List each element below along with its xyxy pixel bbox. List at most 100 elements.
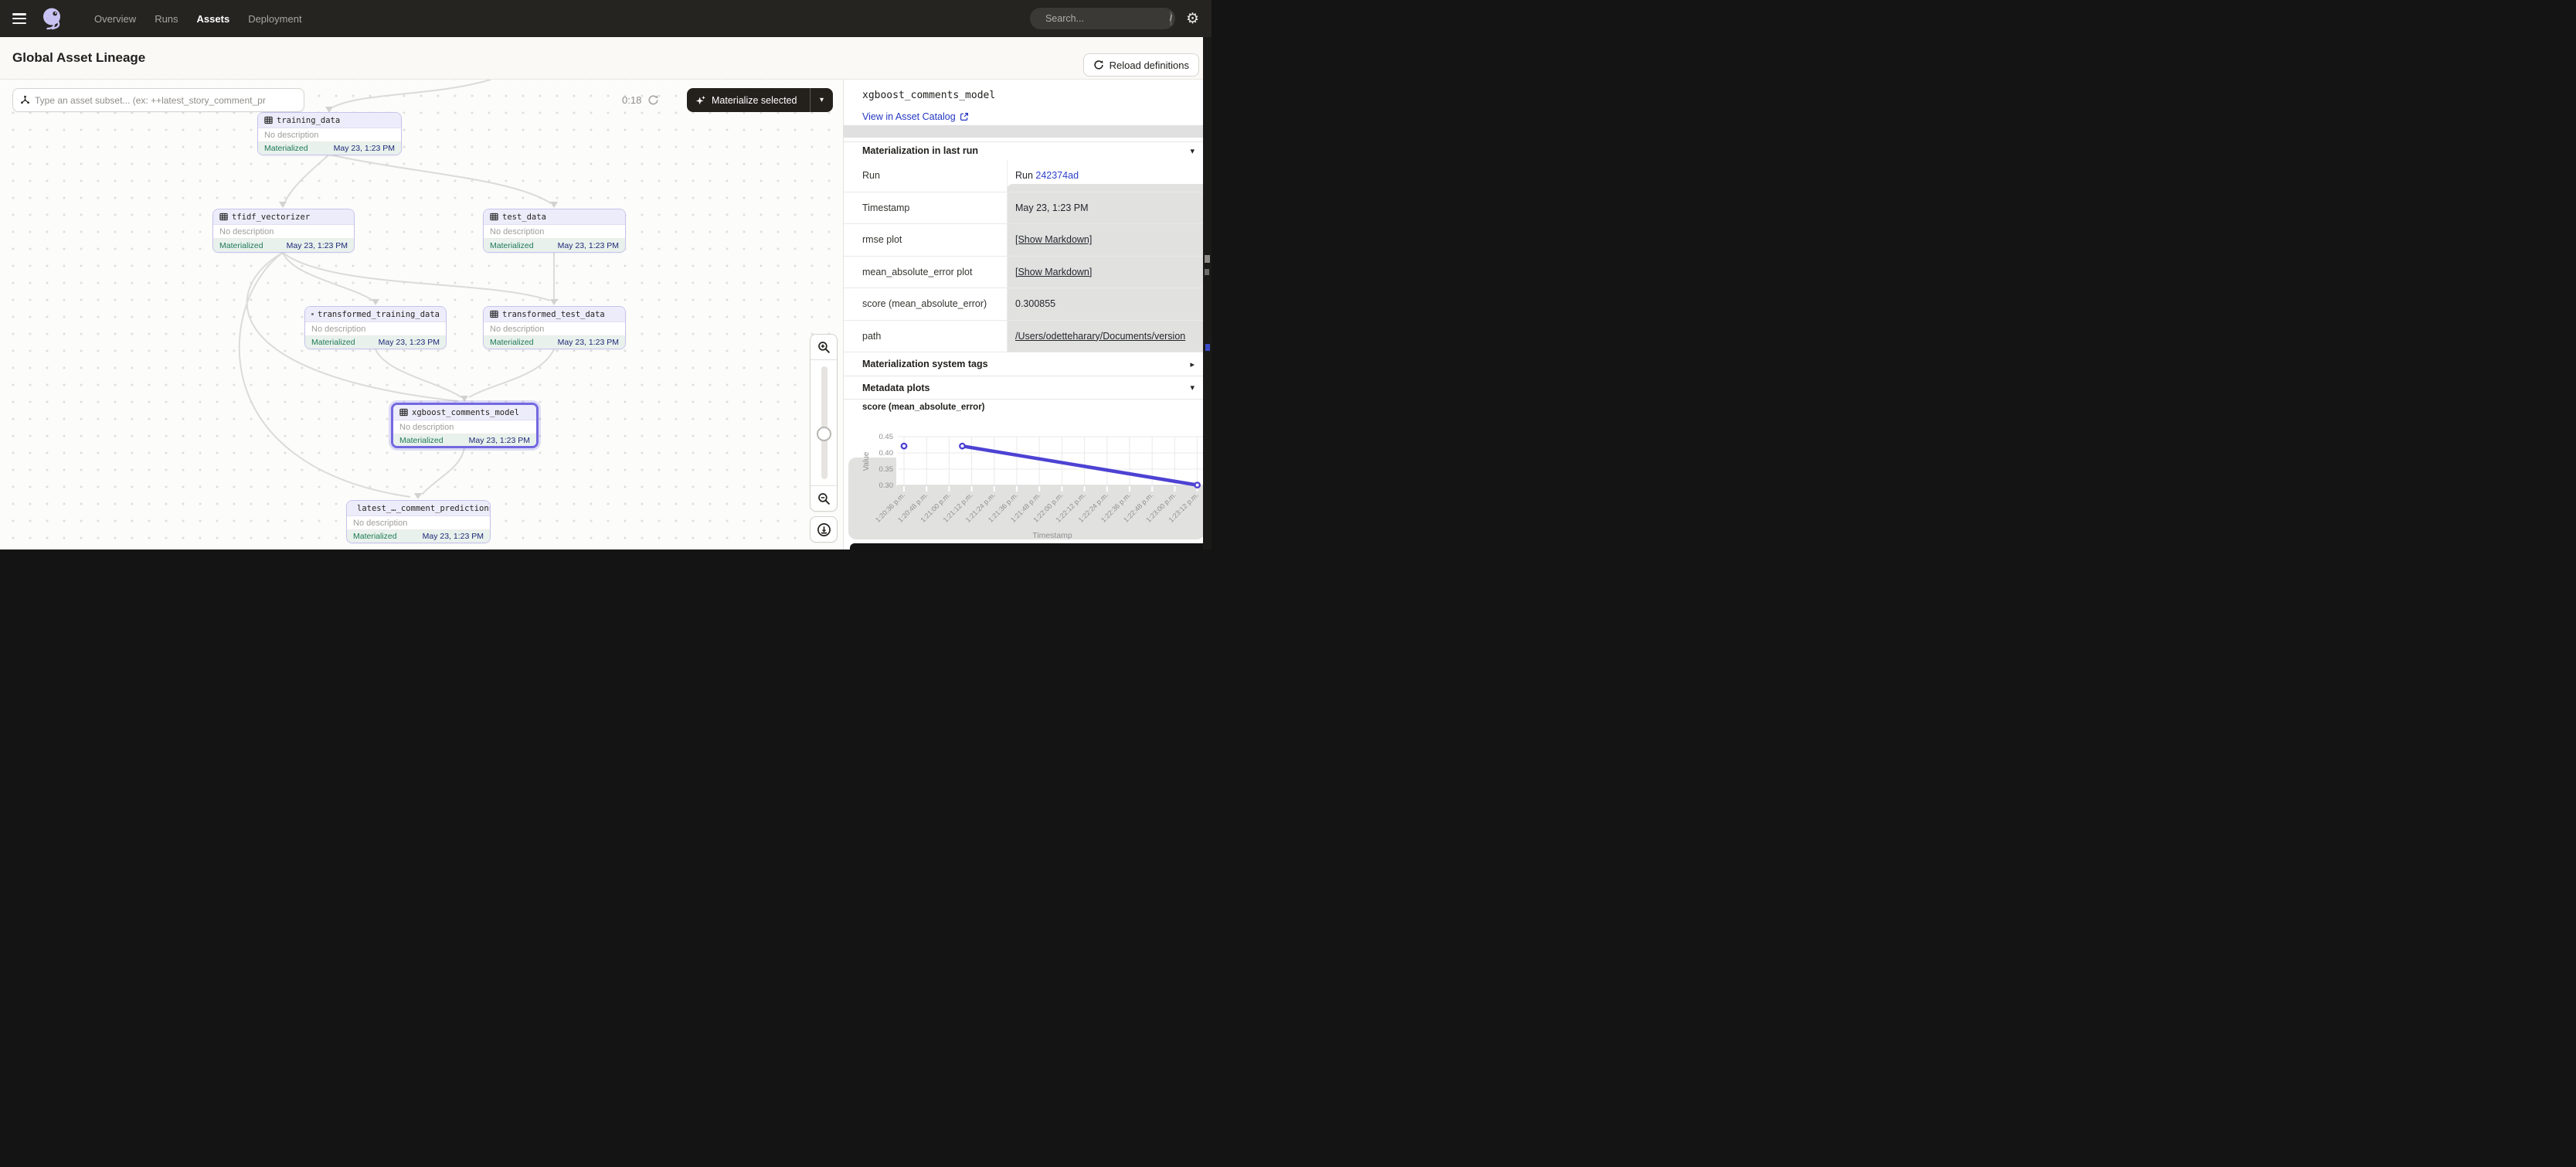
table-icon [490,310,498,318]
asset-node-training-data[interactable]: training_data No description Materialize… [257,112,402,155]
asset-name: tfidf_vectorizer [232,213,310,222]
dagster-logo-icon[interactable] [40,6,65,31]
zoom-out-button[interactable] [811,485,837,511]
svg-text:0.30: 0.30 [879,481,894,490]
zoom-slider[interactable] [811,360,837,485]
asset-description: No description [305,322,446,336]
asset-subset-input[interactable] [35,95,297,106]
gear-icon[interactable]: ⚙ [1186,12,1199,26]
catalog-link-label: View in Asset Catalog [862,111,956,122]
asset-node-test-data[interactable]: test_data No description Materialized Ma… [483,209,626,253]
row-key: Timestamp [844,202,1007,213]
asset-name: xgboost_comments_model [412,408,519,417]
sparkle-icon [695,95,706,106]
reload-definitions-label: Reload definitions [1110,60,1189,71]
top-nav: Overview Runs Assets Deployment / ⚙ [0,0,1212,37]
refresh-icon[interactable] [647,94,659,106]
nav-item-deployment[interactable]: Deployment [248,13,301,25]
run-value-prefix: Run [1015,170,1035,181]
row-key: score (mean_absolute_error) [844,298,1007,309]
zoom-slider-track[interactable] [821,366,828,479]
section-label: Materialization system tags [862,359,988,369]
window-right-edge [1203,37,1212,549]
path-link[interactable]: /Users/odetteharary/Documents/version [1015,331,1185,342]
graph-zoom-controls [810,334,838,512]
nav-item-assets[interactable]: Assets [197,13,230,25]
zoom-out-icon [817,492,831,505]
svg-text:0.45: 0.45 [879,433,894,441]
timer-value: 0:18 [622,94,641,106]
run-id-link[interactable]: 242374ad [1035,170,1079,181]
materialize-dropdown-caret[interactable]: ▾ [810,88,833,112]
asset-details-panel: xgboost_comments_model View in Asset Cat… [844,80,1212,549]
asset-status: Materialized [399,436,443,445]
external-link-icon [960,112,969,121]
menu-icon[interactable] [12,13,26,24]
asset-node-tfidf-vectorizer[interactable]: tfidf_vectorizer No description Material… [212,209,355,253]
table-row: path /Users/odetteharary/Documents/versi… [844,321,1212,353]
materialize-selected-button[interactable]: Materialize selected ▾ [687,88,833,112]
asset-description: No description [393,420,536,434]
asset-name: test_data [502,213,546,222]
section-label: Metadata plots [862,383,930,393]
global-search[interactable]: / [1030,8,1175,29]
panel-asset-title: xgboost_comments_model [862,90,995,101]
nav-item-overview[interactable]: Overview [94,13,136,25]
search-input[interactable] [1045,13,1170,24]
asset-description: No description [484,225,625,239]
refresh-icon [1093,60,1104,70]
download-icon [817,522,831,537]
chevron-down-icon: ▾ [1190,146,1195,156]
asset-status: Materialized [490,241,534,250]
reload-definitions-button[interactable]: Reload definitions [1083,53,1199,77]
asset-status: Materialized [311,338,355,347]
table-row: score (mean_absolute_error) 0.300855 [844,288,1212,321]
table-icon [311,310,314,318]
asset-status: Materialized [264,144,308,153]
zoom-in-button[interactable] [811,335,837,360]
window-bottom-edge [850,543,1212,549]
asset-node-xgboost-comments-model[interactable]: xgboost_comments_model No description Ma… [391,403,539,448]
score-line-chart: 0.450.400.350.301:20:36 p.m.1:20:48 p.m.… [844,417,1212,549]
svg-text:0.35: 0.35 [879,465,894,474]
row-key: path [844,331,1007,342]
table-icon [264,116,273,124]
asset-node-latest-comment-predictions[interactable]: latest_…_comment_predictions No descript… [346,500,491,543]
asset-status: Materialized [490,338,534,347]
view-in-asset-catalog-link[interactable]: View in Asset Catalog [862,111,969,122]
asset-node-transformed-test-data[interactable]: transformed_test_data No description Mat… [483,306,626,349]
metadata-plot-title: score (mean_absolute_error) [862,403,985,412]
asset-graph-icon [20,95,30,105]
asset-name: training_data [277,116,340,125]
download-graph-button[interactable] [810,516,838,543]
panel-scrollbar-band[interactable] [844,125,1212,138]
zoom-slider-knob[interactable] [817,427,831,441]
section-materialization-in-last-run[interactable]: Materialization in last run ▾ [844,141,1212,160]
materialization-metadata-table: Run Run 242374ad Timestamp May 23, 1:23 … [844,160,1212,352]
asset-description: No description [213,225,354,239]
asset-status: Materialized [353,532,397,541]
asset-timestamp: May 23, 1:23 PM [379,338,440,347]
asset-node-transformed-training-data[interactable]: transformed_training_data No description… [304,306,447,349]
row-value: Run 242374ad [1007,170,1212,181]
dagster-app: Overview Runs Assets Deployment / ⚙ Glob… [0,0,1212,549]
row-key: Run [844,170,1007,181]
nav-item-runs[interactable]: Runs [155,13,178,25]
asset-description: No description [347,516,490,530]
asset-timestamp: May 23, 1:23 PM [334,144,395,153]
svg-text:Value: Value [862,451,871,471]
refresh-timer: 0:18 [622,88,659,112]
show-markdown-link[interactable]: [Show Markdown] [1015,234,1092,245]
search-shortcut-badge: / [1170,12,1172,26]
section-materialization-system-tags[interactable]: Materialization system tags ▸ [844,352,1212,376]
row-value: 0.300855 [1007,298,1212,309]
asset-status: Materialized [219,241,263,250]
asset-description: No description [484,322,625,336]
section-metadata-plots[interactable]: Metadata plots ▾ [844,376,1212,400]
materialize-label: Materialize selected [712,95,797,106]
chart-plot-area [896,417,1205,485]
asset-timestamp: May 23, 1:23 PM [469,436,530,445]
show-markdown-link[interactable]: [Show Markdown] [1015,267,1092,277]
asset-timestamp: May 23, 1:23 PM [558,241,619,250]
section-label: Materialization in last run [862,145,978,156]
